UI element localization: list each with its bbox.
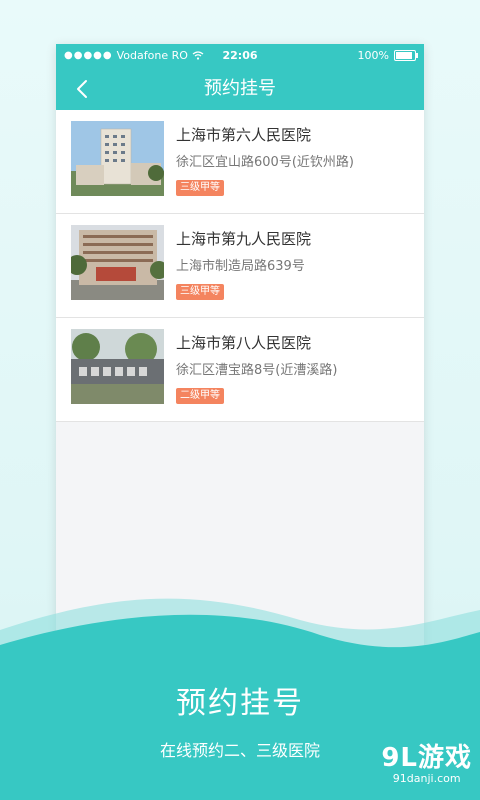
promo-title: 预约挂号 (176, 686, 304, 721)
grade-badge: 二级甲等 (176, 388, 224, 404)
battery-fill (396, 52, 412, 59)
back-button[interactable] (68, 74, 96, 104)
hospital-item-6th[interactable]: 上海市第六人民医院 徐汇区宜山路600号(近钦州路) 三级甲等 (56, 110, 424, 214)
hospital-name: 上海市第八人民医院 (176, 334, 312, 352)
hospital-photo (71, 121, 164, 196)
watermark-logo: 9L游戏 (381, 743, 472, 773)
watermark-url: 91danji.com (392, 772, 461, 785)
hospital-address: 徐汇区漕宝路8号(近漕溪路) (176, 363, 338, 378)
page-title: 预约挂号 (204, 78, 276, 99)
hospital-photo (71, 329, 164, 404)
hospital-item-9th[interactable]: 上海市第九人民医院 上海市制造局路639号 三级甲等 (56, 214, 424, 318)
hospital-address: 徐汇区宜山路600号(近钦州路) (176, 155, 354, 170)
phone-screen: ●●●●● Vodafone RO 22:06 100% 预约挂号 上海市第六人… (56, 44, 424, 664)
grade-badge: 三级甲等 (176, 284, 224, 300)
site-watermark: 9L游戏 91danji.com (381, 744, 472, 786)
hospital-list: 上海市第六人民医院 徐汇区宜山路600号(近钦州路) 三级甲等 上海市第九人民医… (56, 110, 424, 422)
hospital-name: 上海市第六人民医院 (176, 126, 312, 144)
hospital-name: 上海市第九人民医院 (176, 230, 312, 248)
status-bar: ●●●●● Vodafone RO 22:06 100% (56, 44, 424, 68)
hospital-photo (71, 225, 164, 300)
nav-bar: 预约挂号 (56, 68, 424, 110)
chevron-left-icon (77, 80, 87, 98)
status-right: 100% (357, 49, 418, 62)
hospital-address: 上海市制造局路639号 (176, 259, 305, 274)
grade-badge: 三级甲等 (176, 180, 224, 196)
battery-percent: 100% (357, 49, 389, 62)
hospital-item-8th[interactable]: 上海市第八人民医院 徐汇区漕宝路8号(近漕溪路) 二级甲等 (56, 318, 424, 422)
battery-icon (394, 50, 418, 61)
